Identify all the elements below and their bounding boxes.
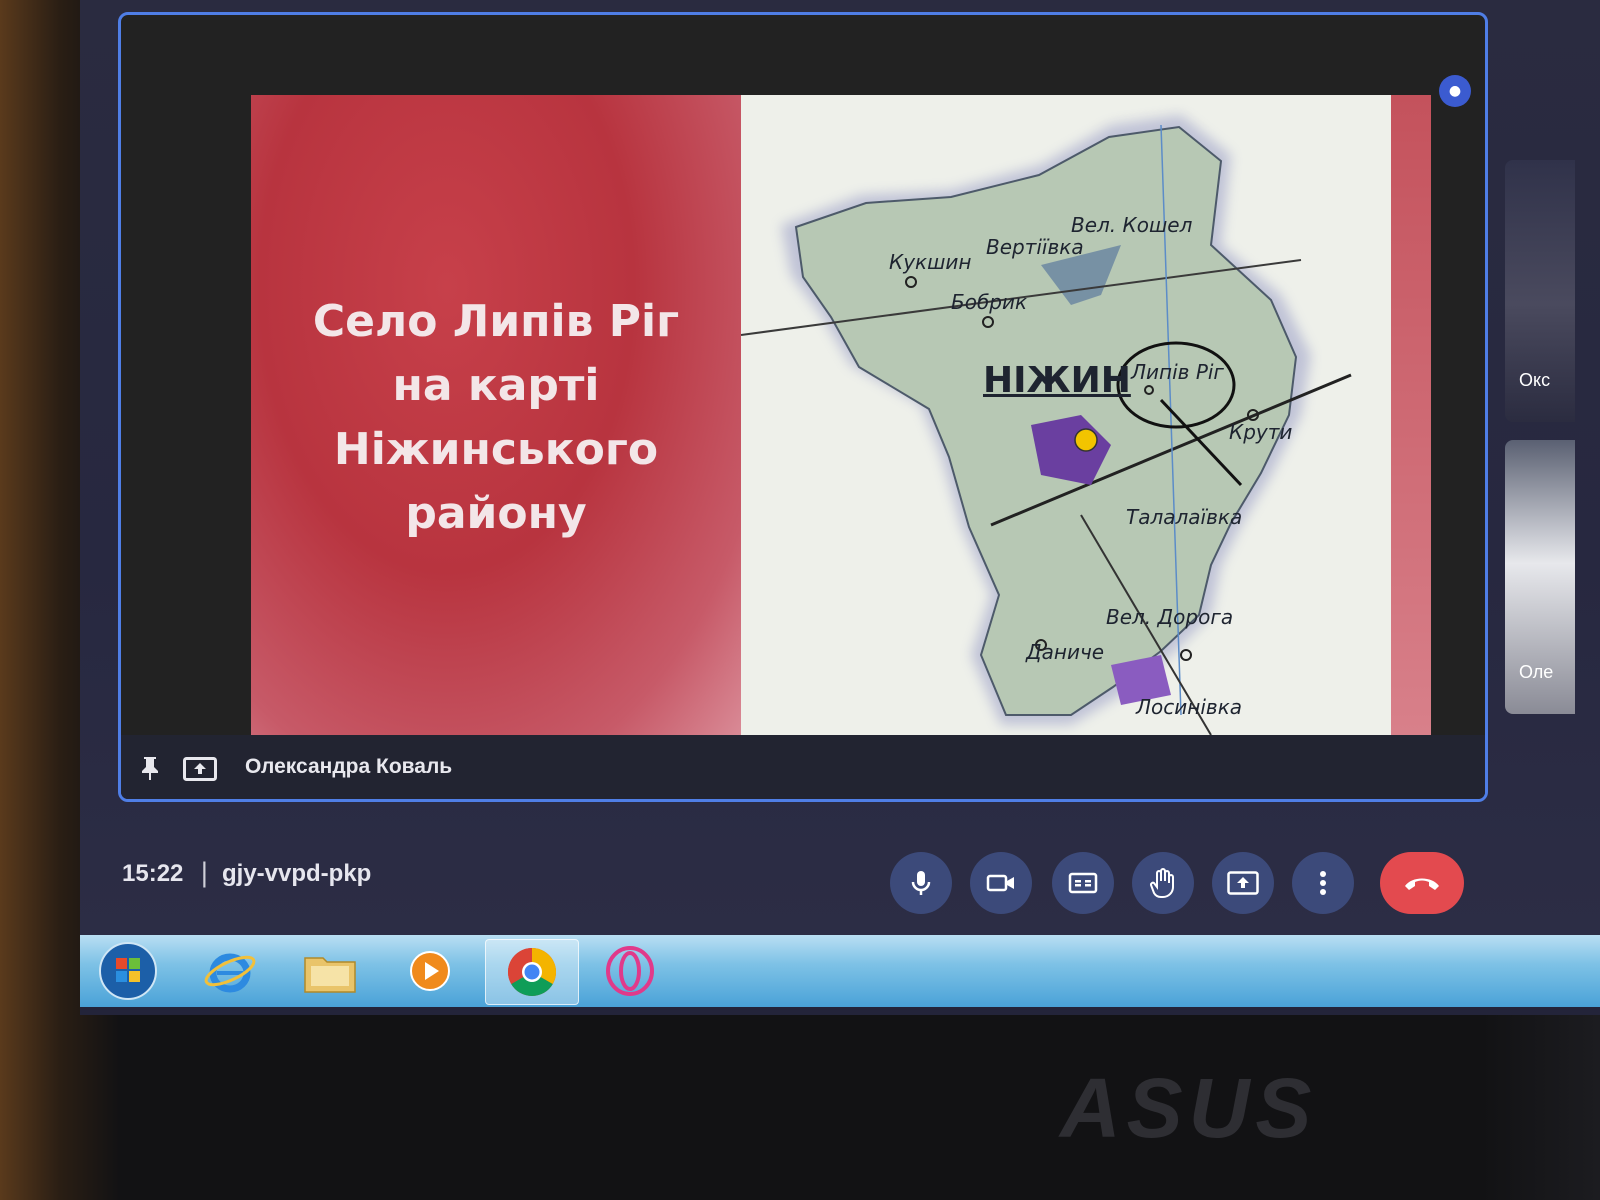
pin-icon[interactable] — [139, 755, 161, 781]
slide-title: Село Липів Ріг на карті Ніжинського райо… — [312, 296, 680, 539]
participant-name: Оле — [1519, 662, 1554, 682]
taskbar-item-active[interactable] — [485, 939, 579, 1005]
presenting-icon — [183, 757, 217, 781]
more-options-button[interactable] — [1292, 852, 1354, 914]
start-button[interactable] — [88, 939, 168, 1003]
captions-button[interactable] — [1052, 852, 1114, 914]
taskbar-item[interactable] — [390, 939, 470, 1003]
chrome-icon — [507, 948, 557, 997]
map-graphic — [740, 115, 1352, 735]
taskbar-item[interactable] — [590, 939, 670, 1003]
participant-tile[interactable]: Оле — [1505, 440, 1575, 714]
opera-icon — [606, 946, 654, 996]
taskbar-item[interactable] — [190, 939, 270, 1003]
captions-icon — [1068, 872, 1098, 894]
taskbar-item[interactable] — [290, 939, 370, 1003]
presentation-tile[interactable]: ● Село Липів Ріг на карті Ніжинського ра… — [118, 12, 1488, 802]
participant-tile[interactable]: Окс — [1505, 160, 1575, 422]
end-call-button[interactable] — [1380, 852, 1464, 914]
map-label-vertiivka: Вертіївка — [986, 235, 1084, 259]
meeting-code: gjy-vvpd-pkp — [222, 860, 372, 887]
map-label-talalaivka: Талалаївка — [1126, 505, 1243, 529]
raise-hand-button[interactable] — [1132, 852, 1194, 914]
audio-indicator-icon: ● — [1439, 75, 1471, 107]
camera-button[interactable] — [970, 852, 1032, 914]
city-marker — [1074, 428, 1098, 452]
map-label-lypiv-rih: Липів Ріг — [1131, 360, 1224, 384]
microphone-icon — [911, 871, 931, 895]
end-call-icon — [1405, 878, 1439, 890]
slide-title-panel: Село Липів Ріг на карті Ніжинського райо… — [251, 95, 741, 735]
map-label-nizhyn: НІЖИН — [983, 360, 1131, 401]
separator: | — [200, 858, 209, 888]
participant-name: Окс — [1519, 370, 1551, 390]
present-screen-icon — [1227, 871, 1259, 895]
camera-icon — [986, 874, 1014, 892]
shared-slide: Село Липів Ріг на карті Ніжинського райо… — [251, 95, 1431, 735]
map-label-kukshyn: Кукшин — [889, 250, 972, 274]
start-orb-icon — [99, 942, 157, 1000]
internet-explorer-icon — [204, 953, 256, 993]
file-explorer-icon — [304, 957, 356, 993]
map-label-losynivka: Лосинівка — [1136, 695, 1243, 719]
microphone-button[interactable] — [890, 852, 952, 914]
presenter-name: Олександра Коваль — [245, 755, 453, 778]
map-label-bobryk: Бобрик — [951, 290, 1028, 314]
map-label-kruty: Крути — [1229, 420, 1293, 444]
map-label-danyche: Даниче — [1026, 640, 1105, 664]
map-label-vel-doroga: Вел. Дорога — [1106, 605, 1234, 629]
media-player-icon — [410, 951, 450, 991]
more-vertical-icon — [1320, 871, 1326, 895]
slide-right-strip — [1391, 95, 1431, 735]
meeting-time: 15:22 — [122, 860, 184, 887]
raise-hand-icon — [1150, 868, 1174, 899]
asus-logo: ASUS — [1060, 1061, 1318, 1155]
tile-footer: Олександра Коваль — [121, 735, 1485, 799]
map-label-vel-koshel: Вел. Кошел — [1071, 213, 1193, 237]
district-map: Вел. Кошел Вертіївка Кукшин Бобрик НІЖИН… — [740, 95, 1391, 735]
windows-taskbar — [80, 935, 1600, 1007]
screen: ● Село Липів Ріг на карті Ніжинського ра… — [80, 0, 1600, 1015]
present-screen-button[interactable] — [1212, 852, 1274, 914]
